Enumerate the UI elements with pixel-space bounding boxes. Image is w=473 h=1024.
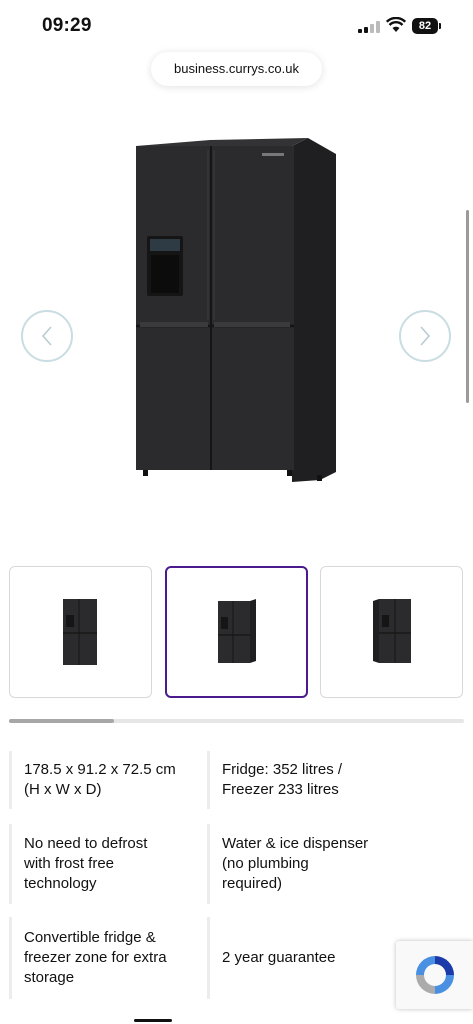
feature-text: Freezer 233 litres (222, 781, 339, 798)
feature-text: required) (222, 875, 283, 892)
chevron-right-icon (420, 326, 431, 346)
status-time: 09:29 (42, 15, 92, 36)
feature-text: Fridge: 352 litres / (222, 761, 343, 778)
cellular-signal-icon (358, 21, 380, 33)
wifi-icon (386, 17, 406, 32)
thumbnail-2[interactable] (165, 566, 308, 698)
page-scrollbar[interactable] (466, 210, 469, 403)
feature-text: with frost free (24, 855, 115, 872)
url-bar[interactable]: business.currys.co.uk (151, 52, 322, 86)
battery-tip (439, 23, 441, 29)
feature-water-dispenser: Water & ice dispenser (no plumbing requi… (207, 824, 402, 904)
thumbnail-strip (9, 566, 464, 700)
fridge-thumbnail-image (372, 599, 411, 663)
fridge-thumbnail-image (62, 599, 97, 665)
feature-text: storage (24, 969, 75, 986)
battery-indicator: 82 (412, 18, 438, 34)
status-bar: 09:29 82 (0, 0, 473, 52)
thumbnail-scroll-track[interactable] (9, 719, 464, 723)
feature-text: No need to defrost (24, 835, 148, 852)
thumbnail-scroll-thumb[interactable] (9, 719, 114, 723)
fridge-thumbnail-image (217, 599, 256, 663)
feature-text: (no plumbing (222, 855, 309, 872)
thumbnail-3[interactable] (320, 566, 463, 698)
recaptcha-badge[interactable] (396, 941, 473, 1009)
feature-text: 2 year guarantee (222, 949, 336, 966)
product-image-carousel (0, 120, 473, 520)
feature-convertible-zone: Convertible fridge & freezer zone for ex… (9, 917, 204, 999)
recaptcha-icon (415, 956, 454, 994)
carousel-prev-button[interactable] (21, 310, 73, 362)
feature-text: 178.5 x 91.2 x 72.5 cm (24, 761, 176, 778)
feature-text: Water & ice dispenser (222, 835, 369, 852)
chevron-left-icon (41, 326, 52, 346)
thumbnail-1[interactable] (9, 566, 152, 698)
feature-text: (H x W x D) (24, 781, 102, 798)
feature-text: Convertible fridge & (24, 929, 156, 946)
feature-capacity: Fridge: 352 litres / Freezer 233 litres (207, 751, 402, 809)
feature-dimensions: 178.5 x 91.2 x 72.5 cm (H x W x D) (9, 751, 204, 809)
feature-frost-free: No need to defrost with frost free techn… (9, 824, 204, 904)
feature-text: freezer zone for extra (24, 949, 167, 966)
carousel-next-button[interactable] (399, 310, 451, 362)
product-image-fridge (136, 138, 336, 482)
feature-text: technology (24, 875, 97, 892)
home-indicator (134, 1019, 172, 1022)
feature-guarantee: 2 year guarantee (207, 917, 402, 999)
